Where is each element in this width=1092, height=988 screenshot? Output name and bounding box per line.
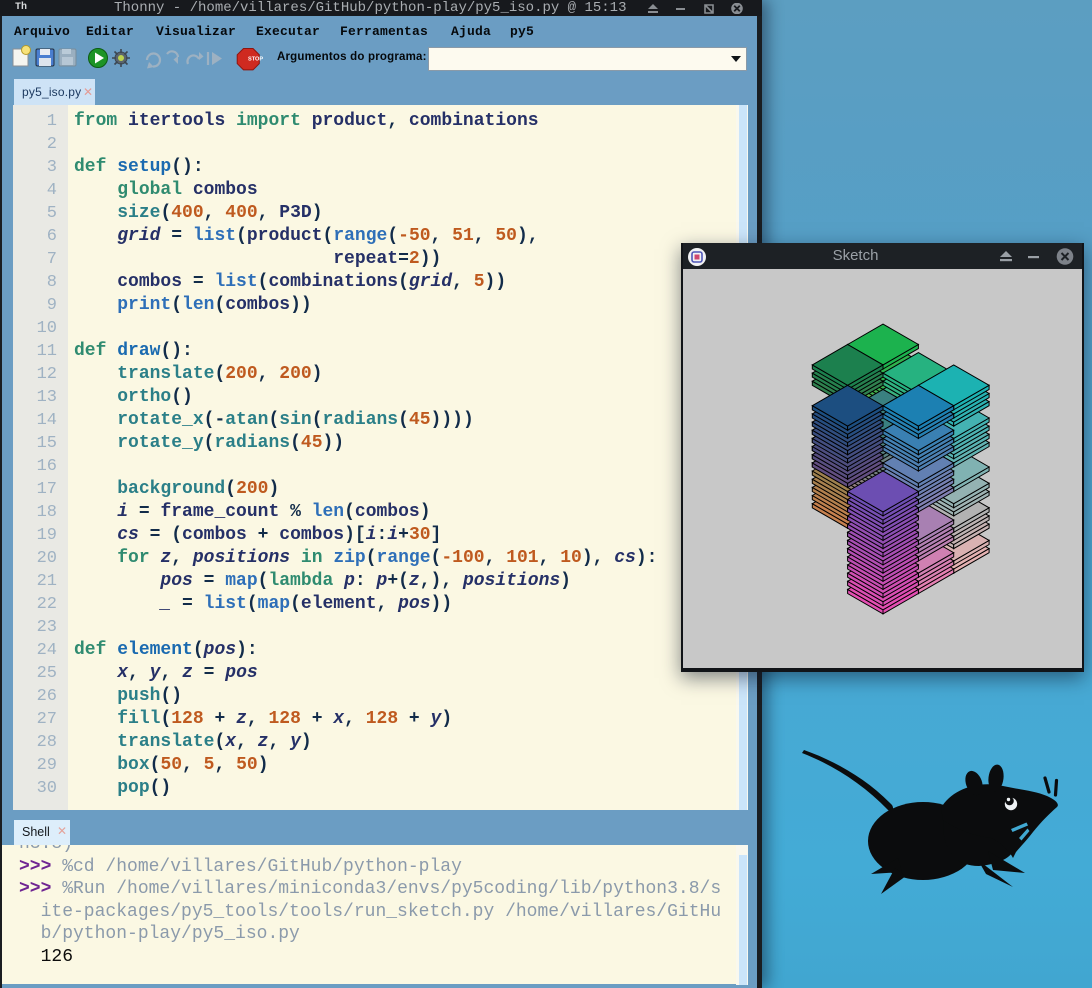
svg-text:STOP: STOP <box>248 57 263 63</box>
